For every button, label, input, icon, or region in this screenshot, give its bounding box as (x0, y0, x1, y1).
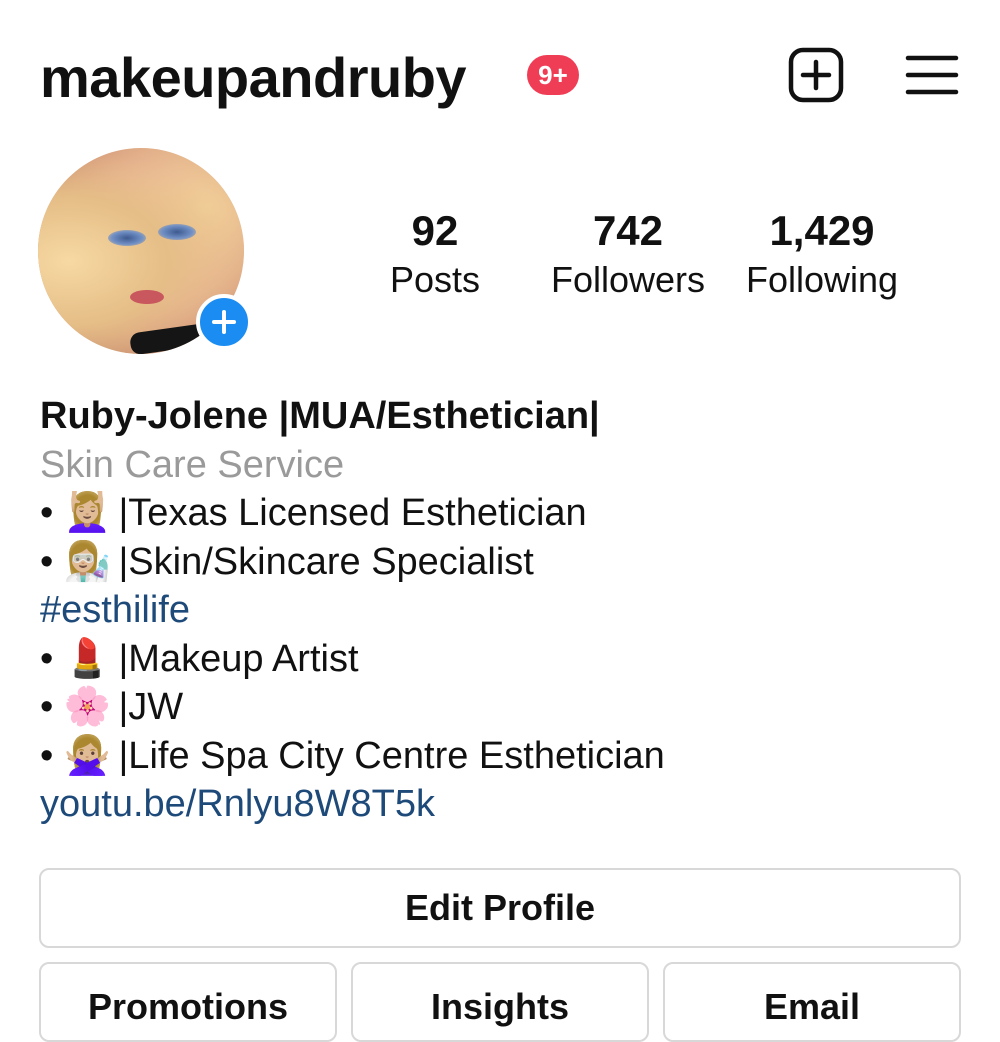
bio-line: • 🙅🏼‍♀️ |Life Spa City Centre Estheticia… (40, 732, 970, 781)
gesture-no-emoji-icon: 🙅🏼‍♀️ (63, 734, 112, 777)
profile-bio: Ruby-Jolene |MUA/Esthetician| Skin Care … (40, 392, 970, 829)
bio-bullet: • (40, 492, 54, 534)
followers-stat[interactable]: 742 Followers (540, 205, 716, 303)
profile-username[interactable]: makeupandruby (40, 42, 467, 114)
bio-line-text: |Texas Licensed Esthetician (118, 492, 587, 534)
bio-website-link[interactable]: youtu.be/Rnlyu8W8T5k (40, 780, 970, 829)
bio-bullet: • (40, 686, 54, 728)
bio-line: • 👩🏼‍🔬 |Skin/Skincare Specialist (40, 538, 970, 587)
following-count: 1,429 (769, 207, 875, 254)
bio-line-text: |Life Spa City Centre Esthetician (118, 734, 665, 777)
bio-bullet: • (40, 734, 54, 777)
posts-count: 92 (411, 207, 459, 254)
bio-line-text: |Skin/Skincare Specialist (118, 540, 534, 583)
hashtag-link[interactable]: #esthilife (40, 586, 970, 635)
bio-bullet: • (40, 637, 54, 680)
plus-icon (212, 310, 236, 334)
posts-stat[interactable]: 92 Posts (380, 205, 490, 303)
business-category: Skin Care Service (40, 443, 345, 486)
bio-line: • 🌸 |JW (40, 683, 970, 732)
following-stat[interactable]: 1,429 Following (734, 205, 910, 303)
followers-label: Followers (550, 259, 706, 300)
promotions-button[interactable]: Promotions (39, 962, 337, 1042)
hamburger-menu-icon[interactable] (905, 52, 959, 98)
scientist-emoji-icon: 👩🏼‍🔬 (63, 540, 112, 583)
following-label: Following (745, 259, 899, 300)
display-name: Ruby-Jolene |MUA/Esthetician| (40, 395, 600, 437)
bio-line-text: |JW (118, 686, 184, 728)
email-button[interactable]: Email (663, 962, 961, 1042)
avatar-eye (158, 224, 196, 240)
edit-profile-button[interactable]: Edit Profile (39, 868, 961, 948)
posts-label: Posts (389, 259, 481, 300)
bio-line-text: |Makeup Artist (118, 637, 359, 680)
insights-button[interactable]: Insights (351, 962, 649, 1042)
bio-bullet: • (40, 540, 54, 583)
avatar-eye (108, 230, 146, 246)
face-massage-emoji-icon: 💆🏼‍♀️ (63, 492, 112, 534)
cherry-blossom-emoji-icon: 🌸 (63, 686, 112, 728)
lipstick-emoji-icon: 💄 (63, 637, 112, 680)
bio-line: • 💄 |Makeup Artist (40, 635, 970, 684)
add-story-button[interactable] (196, 294, 252, 350)
avatar-lips (130, 290, 164, 304)
followers-count: 742 (592, 207, 664, 254)
bio-line: • 💆🏼‍♀️ |Texas Licensed Esthetician (40, 489, 970, 538)
new-post-icon[interactable] (788, 47, 844, 103)
notification-badge[interactable]: 9+ (527, 55, 579, 95)
